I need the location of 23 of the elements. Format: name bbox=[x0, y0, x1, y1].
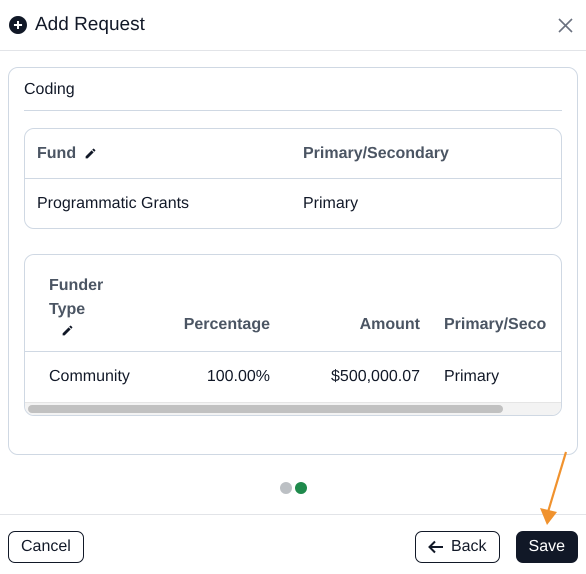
column-header: Primary/Secondary bbox=[303, 144, 449, 164]
table-cell-text: 100.00% bbox=[206, 367, 270, 387]
plus-circle-icon bbox=[9, 16, 27, 34]
column-header: Fund bbox=[37, 144, 76, 164]
pencil-icon[interactable] bbox=[61, 324, 74, 337]
table-cell-text: $500,000.07 bbox=[331, 367, 420, 387]
column-header: Primary/Seco bbox=[444, 315, 546, 335]
scrollbar[interactable] bbox=[25, 402, 561, 415]
back-button[interactable]: Back bbox=[414, 531, 500, 563]
table-cell-text: Primary bbox=[444, 367, 500, 387]
cancel-button[interactable]: Cancel bbox=[8, 531, 84, 563]
column-header: Funder Type bbox=[49, 276, 104, 320]
column-header: Amount bbox=[360, 315, 420, 335]
pencil-icon[interactable] bbox=[84, 147, 98, 160]
section-title: Coding bbox=[24, 81, 75, 98]
column-header: Percentage bbox=[184, 315, 270, 335]
table-cell: Programmatic Grants bbox=[37, 194, 190, 212]
table-cell: Primary bbox=[303, 194, 358, 212]
table-cell-text: Community bbox=[49, 367, 130, 387]
save-button[interactable]: Save bbox=[516, 531, 578, 563]
arrow-left-icon bbox=[428, 540, 444, 554]
close-icon[interactable] bbox=[558, 18, 573, 32]
dialog-title: Add Request bbox=[35, 12, 145, 37]
